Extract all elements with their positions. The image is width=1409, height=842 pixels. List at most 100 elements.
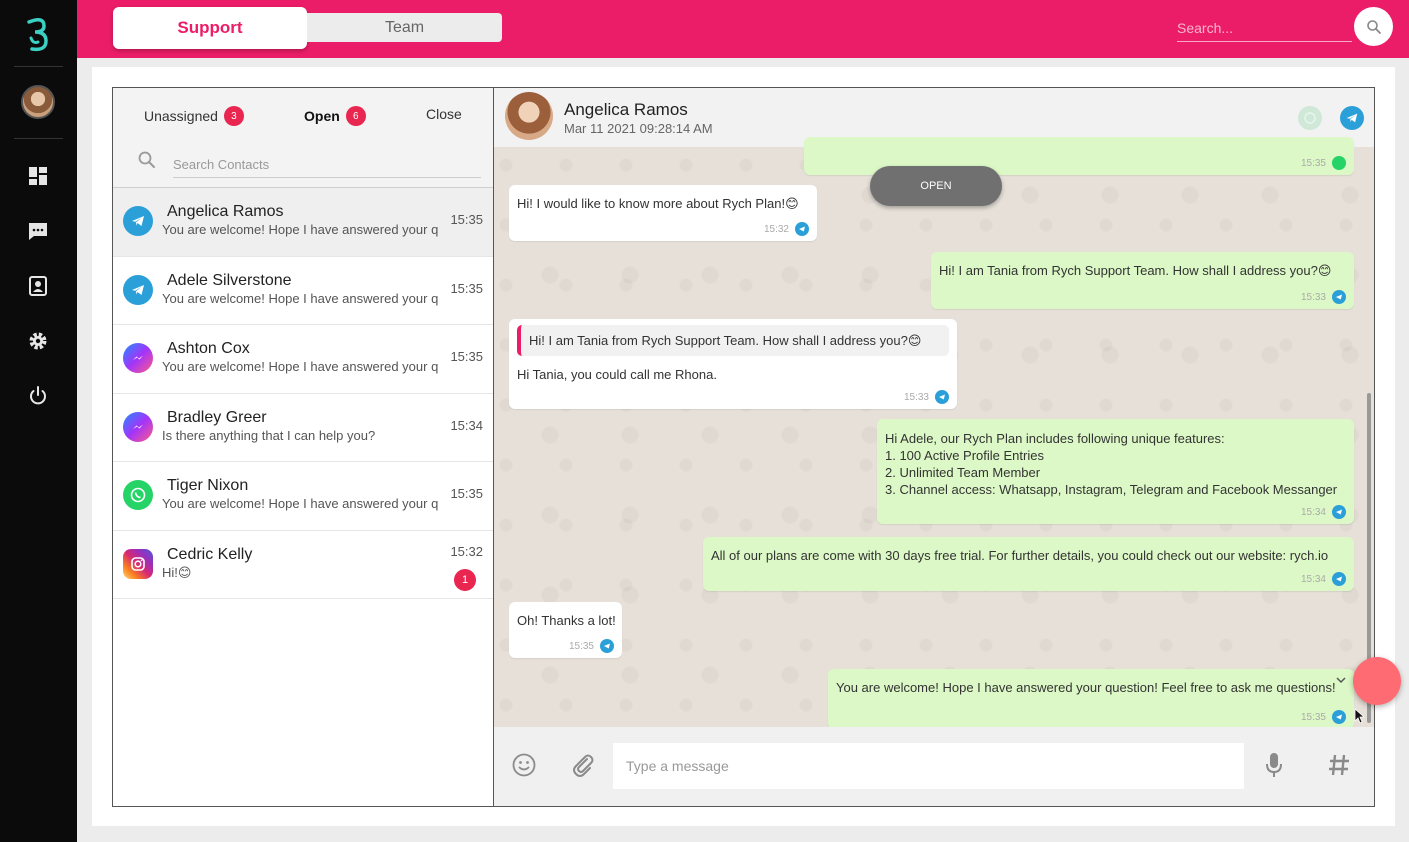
message-text: Hi Tania, you could call me Rhona. [517,367,717,382]
tab-unassigned[interactable]: Unassigned 3 [144,106,244,126]
contact-list-header: Unassigned 3 Open 6 Close [113,88,493,188]
contact-time: 15:35 [450,349,483,364]
message-line: 2. Unlimited Team Member [885,465,1041,480]
contact-name: Cedric Kelly [167,545,253,563]
telegram-icon [123,206,153,236]
message-outgoing: You are welcome! Hope I have answered yo… [828,669,1354,729]
contact-list-panel: Unassigned 3 Open 6 Close Angelica Ramos… [112,87,494,807]
chat-contact-date: Mar 11 2021 09:28:14 AM [564,121,713,136]
messenger-icon [123,411,153,442]
contact-preview: Is there anything that I can help you? [162,427,376,443]
chat-icon[interactable] [27,220,49,242]
message-meta: 15:32 [764,222,809,236]
message-line: Hi Adele, our Rych Plan includes followi… [885,431,1225,446]
contact-time: 15:35 [450,486,483,501]
message-incoming: Hi! I would like to know more about Rych… [509,185,817,241]
attachment-icon[interactable] [569,751,597,779]
message-outgoing: All of our plans are come with 30 days f… [703,537,1354,591]
telegram-icon [1332,572,1346,586]
telegram-icon [1332,290,1346,304]
mouse-cursor-icon [1354,708,1364,724]
whatsapp-icon[interactable] [1298,106,1322,130]
power-icon[interactable] [27,385,49,407]
telegram-icon[interactable] [1340,106,1364,130]
whatsapp-icon [1332,156,1346,170]
tab-support[interactable]: Support [113,7,307,49]
message-meta: 15:33 [1301,290,1346,304]
contact-name: Tiger Nixon [167,477,249,494]
contact-name: Ashton Cox [167,340,250,357]
contact-item[interactable]: Ashton Cox You are welcome! Hope I have … [113,325,493,394]
telegram-icon [600,639,614,653]
tab-label: Unassigned [144,108,218,124]
contact-preview: You are welcome! Hope I have answered yo… [162,496,438,511]
whatsapp-icon [123,480,153,510]
contact-name: Bradley Greer [167,408,267,426]
contact-avatar [505,92,553,140]
chevron-down-icon[interactable] [1336,676,1346,684]
telegram-icon [1332,710,1346,724]
contact-time: 15:35 [450,280,483,296]
tab-team[interactable]: Team [307,13,502,42]
chat-panel: Angelica Ramos Mar 11 2021 09:28:14 AM 1… [493,87,1375,807]
contact-item[interactable]: Cedric Kelly Hi!😊 15:32 1 [113,531,493,599]
message-text: All of our plans are come with 30 days f… [711,548,1329,563]
instagram-icon [123,548,153,579]
floating-action-button[interactable] [1353,657,1401,705]
message-time: 15:35 [1300,711,1326,723]
global-search-input[interactable] [1177,14,1352,42]
message-incoming: Oh! Thanks a lot! 15:35 [509,602,622,658]
contact-preview: Hi!😊 [162,564,192,580]
chat-contact-name: Angelica Ramos [564,100,688,119]
hashtag-icon[interactable] [1325,751,1353,779]
search-icon [138,151,155,168]
message-thread: 15:35 OPEN Hi! I would like to know more… [494,137,1374,729]
contact-name: Angelica Ramos [167,203,284,220]
message-text: Hi! I am Tania from Rych Support Team. H… [939,263,1332,278]
message-text: Hi! I would like to know more about Rych… [517,196,799,211]
contact-preview: You are welcome! Hope I have answered yo… [162,290,438,306]
message-time: 15:34 [1300,573,1326,585]
message-input[interactable] [613,743,1244,789]
user-avatar[interactable] [21,85,55,119]
contact-search-input[interactable] [173,152,481,178]
message-text: Oh! Thanks a lot! [517,613,616,628]
rail-divider [14,66,63,67]
left-rail [0,0,77,842]
telegram-icon [795,222,809,236]
message-time: 15:35 [568,640,594,652]
rail-divider [14,138,63,139]
contact-item[interactable]: Adele Silverstone You are welcome! Hope … [113,257,493,325]
contact-item[interactable]: Bradley Greer Is there anything that I c… [113,394,493,462]
quoted-message: Hi! I am Tania from Rych Support Team. H… [517,325,949,356]
microphone-icon[interactable] [1260,751,1288,779]
contact-time: 15:32 [450,543,483,559]
contact-item[interactable]: Angelica Ramos You are welcome! Hope I h… [113,188,493,257]
message-meta: 15:35 [569,639,614,653]
app-logo[interactable] [22,16,52,52]
messenger-icon [123,343,153,373]
tab-open[interactable]: Open 6 [304,106,366,126]
quoted-text: Hi! I am Tania from Rych Support Team. H… [529,333,922,348]
contact-name: Adele Silverstone [167,271,292,289]
global-search-button[interactable] [1354,7,1393,46]
telegram-icon [1332,505,1346,519]
search-icon [1366,19,1381,34]
tab-label: Open [304,108,340,124]
dashboard-icon[interactable] [27,165,49,187]
emoji-icon[interactable] [510,751,538,779]
message-text: You are welcome! Hope I have answered yo… [836,680,1336,695]
tab-close[interactable]: Close [426,106,462,122]
settings-icon[interactable] [27,330,49,352]
message-line: 3. Channel access: Whatsapp, Instagram, … [885,482,1338,497]
contact-item[interactable]: Tiger Nixon You are welcome! Hope I have… [113,462,493,531]
message-time: 15:33 [1300,291,1326,303]
message-meta: 15:33 [904,390,949,404]
message-time: 15:32 [763,223,789,235]
message-outgoing: Hi! I am Tania from Rych Support Team. H… [931,252,1354,309]
status-pill[interactable]: OPEN [870,166,1002,206]
contacts-icon[interactable] [27,275,49,297]
message-time: 15:35 [1300,157,1326,169]
telegram-icon [935,390,949,404]
message-time: 15:33 [903,391,929,403]
